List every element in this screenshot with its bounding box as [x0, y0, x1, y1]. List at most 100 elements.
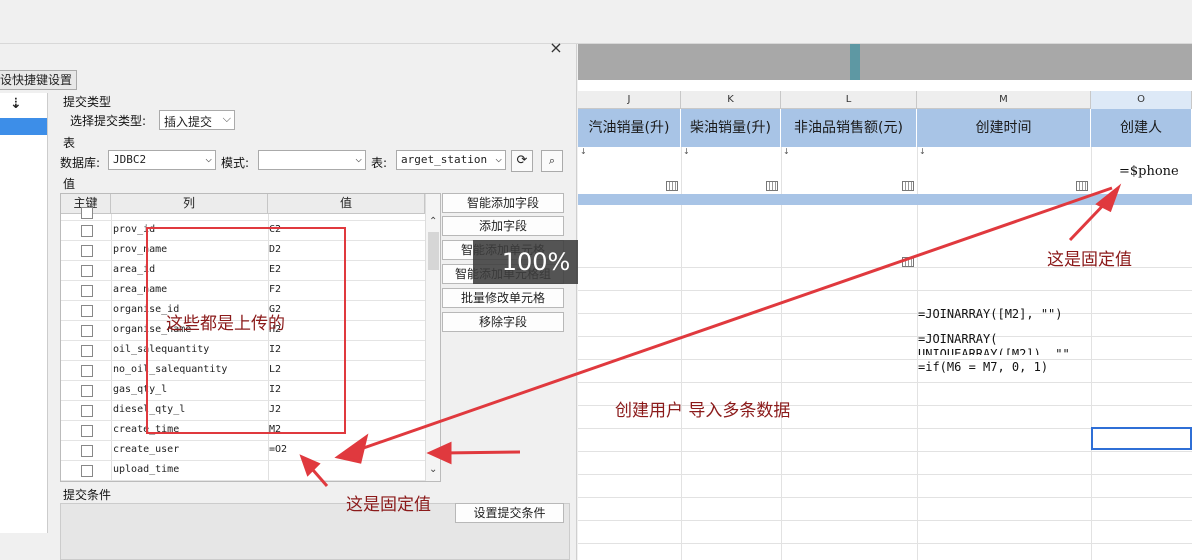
- section-value: 值: [63, 177, 76, 191]
- header-cell[interactable]: 创建人: [1091, 109, 1192, 147]
- scroll-up-icon[interactable]: ⌃: [429, 216, 437, 227]
- chevron-down-icon: ⌵: [495, 152, 502, 165]
- remove-field-button[interactable]: 移除字段: [442, 312, 564, 332]
- primary-key-checkbox[interactable]: [81, 425, 93, 437]
- tab-shortcut-settings[interactable]: 设快捷键设置: [0, 70, 78, 90]
- calendar-icon: [766, 181, 778, 191]
- table-label: 表:: [371, 156, 388, 170]
- submit-type-value: 插入提交: [164, 115, 213, 129]
- column-line: [1091, 147, 1092, 560]
- primary-key-checkbox[interactable]: [81, 325, 93, 337]
- table-select[interactable]: arget_station ⌵: [396, 150, 506, 170]
- column-letter[interactable]: O: [1091, 91, 1192, 109]
- section-table: 表: [63, 136, 76, 150]
- smart-add-field-button[interactable]: 智能添加字段: [442, 193, 564, 213]
- column-line: [681, 147, 682, 560]
- column-name: upload_time: [113, 464, 180, 475]
- row-line: [578, 451, 1192, 452]
- header-cell[interactable]: 柴油销量(升): [681, 109, 781, 147]
- calendar-icon: [902, 257, 914, 267]
- mode-select[interactable]: ⌵: [258, 150, 366, 170]
- sheet-toolbar-strip: [578, 44, 1192, 80]
- header-cell[interactable]: 非油品销售额(元): [781, 109, 917, 147]
- header-cell[interactable]: 创建时间: [917, 109, 1091, 147]
- mode-label: 模式:: [221, 156, 250, 170]
- section-submit-type: 提交类型: [63, 95, 112, 109]
- grid-scrollbar[interactable]: ⌃ ⌄: [425, 194, 440, 481]
- primary-key-checkbox[interactable]: [81, 305, 93, 317]
- primary-key-checkbox[interactable]: [81, 385, 93, 397]
- chevron-down-icon: ⌵: [355, 152, 362, 165]
- chevron-down-icon: ⌵: [205, 152, 212, 165]
- spreadsheet[interactable]: J K L M O 汽油销量(升) 柴油销量(升) 非油品销售额(元) 创建时间…: [578, 44, 1192, 560]
- table-row[interactable]: upload_time: [61, 461, 425, 481]
- primary-key-checkbox[interactable]: [81, 465, 93, 477]
- expand-arrow-icon: ↓: [580, 147, 587, 156]
- database-select[interactable]: JDBC2 ⌵: [108, 150, 216, 170]
- close-icon[interactable]: ×: [548, 40, 564, 56]
- phone-formula[interactable]: =$phone: [1119, 164, 1179, 179]
- formula-cell[interactable]: =JOINARRAY([M2], ""): [918, 307, 1063, 321]
- header-row: 汽油销量(升) 柴油销量(升) 非油品销售额(元) 创建时间 创建人: [578, 109, 1192, 147]
- column-value[interactable]: =O2: [269, 444, 287, 455]
- expand-arrow-icon: ↓: [919, 147, 926, 156]
- table-value: arget_station: [401, 153, 488, 166]
- column-letter[interactable]: L: [781, 91, 917, 109]
- primary-key-checkbox[interactable]: [81, 445, 93, 457]
- header-cell[interactable]: 汽油销量(升): [578, 109, 681, 147]
- annotation-uploaded: 这些都是上传的: [166, 314, 285, 334]
- primary-key-checkbox[interactable]: [81, 225, 93, 237]
- set-conditions-button[interactable]: 设置提交条件: [455, 503, 564, 523]
- selected-cell[interactable]: [1091, 427, 1192, 450]
- column-letter[interactable]: M: [917, 91, 1091, 109]
- formula-cell[interactable]: =if(M6 = M7, 0, 1): [918, 360, 1048, 374]
- primary-key-checkbox[interactable]: [81, 285, 93, 297]
- column-headers: J K L M O: [578, 91, 1192, 109]
- expand-arrow-icon: ↓: [783, 147, 790, 156]
- frozen-divider: [850, 44, 860, 80]
- scroll-down-icon[interactable]: ⌄: [429, 464, 437, 475]
- calendar-icon: [666, 181, 678, 191]
- row-line: [578, 474, 1192, 475]
- data-band: [578, 194, 1192, 205]
- primary-key-checkbox[interactable]: [81, 345, 93, 357]
- preview-search-icon[interactable]: ⌕: [541, 150, 563, 172]
- sort-icon[interactable]: ⇣: [10, 96, 22, 112]
- formula-cell[interactable]: =JOINARRAY(: [918, 332, 997, 346]
- primary-key-checkbox[interactable]: [81, 265, 93, 277]
- batch-edit-cell-button[interactable]: 批量修改单元格: [442, 288, 564, 308]
- chevron-down-icon: ⌵: [222, 112, 231, 125]
- calendar-icon: [902, 181, 914, 191]
- annotation-fixed-value-bottom: 这是固定值: [346, 495, 431, 515]
- formula-cell-continued[interactable]: UNIQUEARRAY([M2]), "": [918, 347, 1070, 355]
- row-line: [578, 520, 1192, 521]
- expand-arrow-icon: ↓: [683, 147, 690, 156]
- submit-type-label: 选择提交类型:: [70, 114, 147, 128]
- row-line: [578, 497, 1192, 498]
- scroll-thumb[interactable]: [428, 232, 439, 270]
- section-conditions: 提交条件: [63, 488, 112, 502]
- row-line: [578, 543, 1192, 544]
- row-line: [578, 290, 1192, 291]
- primary-key-checkbox[interactable]: [81, 365, 93, 377]
- row-line: [578, 382, 1192, 383]
- calendar-icon: [1076, 181, 1088, 191]
- add-field-button[interactable]: 添加字段: [442, 216, 564, 236]
- column-letter[interactable]: K: [681, 91, 781, 109]
- row-line: [578, 359, 1192, 360]
- primary-key-checkbox[interactable]: [81, 245, 93, 257]
- selected-list-item[interactable]: [0, 118, 47, 135]
- table-row[interactable]: [61, 207, 425, 221]
- refresh-icon[interactable]: ⟳: [511, 150, 533, 172]
- db-label: 数据库:: [60, 156, 101, 170]
- column-name: create_user: [113, 444, 180, 455]
- submit-type-select[interactable]: 插入提交 ⌵: [159, 110, 235, 130]
- primary-key-checkbox[interactable]: [81, 207, 93, 219]
- primary-key-checkbox[interactable]: [81, 405, 93, 417]
- column-letter[interactable]: J: [578, 91, 681, 109]
- annotation-create-user: 创建用户 导入多条数据: [615, 401, 791, 421]
- top-toolbar: [0, 0, 1192, 44]
- table-row[interactable]: create_user =O2: [61, 441, 425, 461]
- column-line: [781, 147, 782, 560]
- left-panel: [0, 93, 48, 533]
